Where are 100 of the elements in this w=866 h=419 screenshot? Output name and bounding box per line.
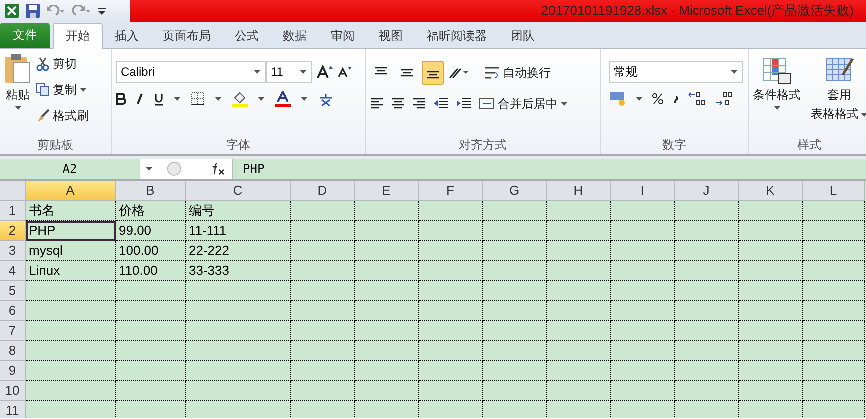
column-header[interactable]: K [739,181,803,201]
insert-function-icon[interactable] [211,162,226,176]
decrease-decimal-icon[interactable] [715,92,733,106]
dropdown-caret-icon[interactable] [731,70,738,74]
name-box[interactable]: A2 [0,159,140,179]
row-header[interactable]: 6 [0,301,26,321]
brush-icon [36,109,50,123]
decrease-indent-icon[interactable] [433,98,449,110]
dropdown-caret-icon[interactable] [258,97,265,101]
dropdown-caret-icon[interactable] [14,106,22,110]
column-header[interactable]: J [675,181,739,201]
percent-icon[interactable] [652,93,664,105]
row-header[interactable]: 1 [0,201,26,221]
increase-indent-icon[interactable] [456,98,472,110]
left-align-icon[interactable] [370,98,384,110]
grow-font-icon[interactable] [317,65,333,79]
empty-cell [291,341,355,361]
borders-icon[interactable] [191,92,205,106]
ribbon-tab[interactable]: 审阅 [319,24,367,48]
row-header[interactable]: 3 [0,241,26,261]
column-header[interactable]: A [26,181,116,201]
right-align-icon[interactable] [412,98,426,110]
column-header[interactable]: D [291,181,355,201]
row-header[interactable]: 8 [0,341,26,361]
save-icon[interactable] [26,4,40,18]
dropdown-caret-icon[interactable] [215,97,222,101]
dropdown-caret-icon[interactable] [561,102,568,106]
row-header[interactable]: 10 [0,381,26,401]
column-header[interactable]: C [186,181,291,201]
ribbon-tab[interactable]: 页面布局 [151,24,223,48]
empty-cell [611,381,675,401]
row-header[interactable]: 7 [0,321,26,341]
dropdown-caret-icon[interactable] [146,167,152,171]
conditional-format-button[interactable]: 条件格式 [753,57,801,136]
dropdown-caret-icon[interactable] [861,112,866,116]
column-header[interactable]: F [419,181,483,201]
center-align-icon[interactable] [391,98,405,110]
font-name-field[interactable]: Calibri [116,61,266,83]
undo-icon[interactable] [46,5,66,17]
dropdown-caret-icon[interactable] [301,97,308,101]
empty-cell [419,321,483,341]
font-size-field[interactable]: 11 [266,61,312,83]
row-header[interactable]: 11 [0,401,26,418]
ribbon-tab[interactable]: 公式 [223,24,271,48]
dropdown-caret-icon[interactable] [254,70,261,74]
phonetic-icon[interactable] [318,91,334,107]
bold-icon[interactable] [116,93,126,105]
bottom-align-icon[interactable] [422,61,444,85]
cut-button[interactable]: 剪切 [36,53,89,75]
excel-logo-icon[interactable] [4,3,20,19]
ribbon-tab[interactable]: 视图 [367,24,415,48]
formula-field[interactable]: PHP [232,159,866,179]
ribbon-tab[interactable]: 插入 [103,24,151,48]
dropdown-caret-icon[interactable] [300,70,307,74]
empty-cell [355,281,419,301]
empty-cell [547,261,611,281]
empty-cell [675,381,739,401]
orientation-icon[interactable] [448,66,470,80]
file-menu-button[interactable]: 文件 [0,23,50,48]
ribbon-tab[interactable]: 团队 [499,24,547,48]
underline-icon[interactable] [154,92,164,106]
empty-cell [419,241,483,261]
ribbon-tab[interactable]: 福昕阅读器 [415,24,499,48]
italic-icon[interactable] [136,93,144,105]
shrink-font-icon[interactable] [338,66,352,78]
empty-cell [611,221,675,241]
increase-decimal-icon[interactable] [688,92,706,106]
row-header[interactable]: 5 [0,281,26,301]
row-header[interactable]: 4 [0,261,26,281]
column-header[interactable]: H [547,181,611,201]
customize-menu-icon[interactable] [98,6,106,16]
number-format-field[interactable]: 常规 [609,61,743,83]
dropdown-caret-icon[interactable] [174,97,181,101]
copy-button[interactable]: 复制 [36,79,89,101]
wrap-text-button[interactable]: 自动换行 [484,62,551,84]
empty-cell [739,201,803,221]
dropdown-caret-icon[interactable] [636,97,643,101]
fill-color-icon[interactable] [232,91,248,107]
row-header[interactable]: 2 [0,221,26,241]
currency-icon[interactable] [609,91,627,107]
empty-cell [739,281,803,301]
ribbon-tab[interactable]: 数据 [271,24,319,48]
paste-button[interactable]: 粘贴 [4,53,32,136]
format-painter-button[interactable]: 格式刷 [36,105,89,127]
column-header[interactable]: I [611,181,675,201]
empty-cell [675,261,739,281]
comma-style-icon[interactable] [673,94,679,104]
group-label: 样式 [796,137,822,154]
column-header[interactable]: G [483,181,547,201]
merge-center-button[interactable]: 合并后居中 [479,93,568,115]
dropdown-caret-icon[interactable] [774,106,780,110]
row-header[interactable]: 9 [0,361,26,381]
font-color-icon[interactable] [275,91,291,107]
format-as-table-button[interactable]: 套用 表格格式 [811,57,866,136]
ribbon-tab[interactable]: 开始 [53,23,103,49]
column-header[interactable]: B [116,181,186,201]
redo-icon[interactable] [72,5,92,17]
dropdown-caret-icon[interactable] [80,88,87,92]
column-header[interactable]: L [803,181,865,201]
column-header[interactable]: E [355,181,419,201]
